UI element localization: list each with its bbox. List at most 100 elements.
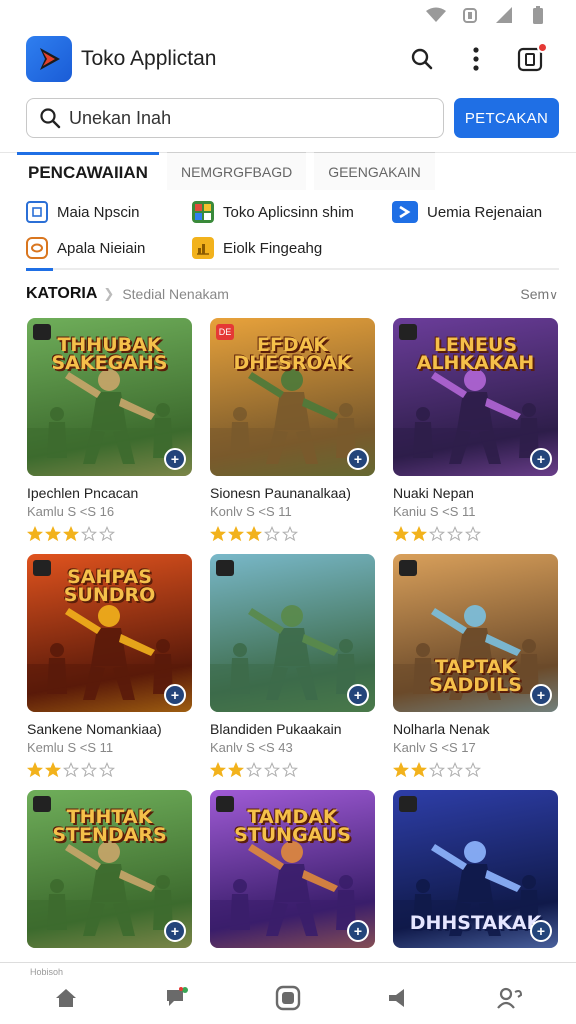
game-card[interactable]: EFDAK DHESROAK DE + Sionesn Paunanalkaa) Kon… <box>210 318 375 544</box>
ring-icon <box>26 237 48 259</box>
plus-icon: + <box>170 923 180 939</box>
game-meta: Kamlu S <S 16 <box>27 504 115 519</box>
game-cover-image[interactable]: TAMDAK STUNGAUS + <box>210 790 375 948</box>
tab-nemgrgfbagd[interactable]: NEMGRGFBAGD <box>166 152 307 190</box>
quick-link-label: Apala Nieiain <box>57 239 146 257</box>
game-cover-image[interactable]: THHUBAK SAKEGAHS + <box>27 318 192 476</box>
game-cover-image[interactable]: SAHPAS SUNDRO + <box>27 554 192 712</box>
play-chevron-icon <box>392 201 418 223</box>
section-header: KATORIA ❯ Stedial Nenakam Sem∨ <box>0 283 576 305</box>
add-game-button[interactable]: + <box>347 920 369 942</box>
add-game-button[interactable]: + <box>164 448 186 470</box>
speaker-icon <box>389 988 405 1007</box>
quick-link-maia-npscin[interactable]: Maia Npscin <box>26 200 192 224</box>
game-cover-image[interactable]: EFDAK DHESROAK DE + <box>210 318 375 476</box>
search-submit-button[interactable]: PETCAKAN <box>454 98 559 138</box>
quick-link-uemia-rejenaian[interactable]: Uemia Rejenaian <box>392 200 562 224</box>
game-cover-title: TAMDAK STUNGAUS <box>234 806 351 846</box>
game-card[interactable]: LENEUS ALHKAKAH + Nuaki Nepan Kaniu S <S 11 <box>393 318 558 544</box>
notifications-button[interactable] <box>510 39 550 79</box>
nav-apps[interactable] <box>268 978 308 1018</box>
plus-icon: + <box>353 687 363 703</box>
game-cover-image[interactable]: THHTAK STENDARS + <box>27 790 192 948</box>
plus-icon: + <box>170 451 180 467</box>
app-logo <box>26 36 72 82</box>
game-meta: Kaniu S <S 11 <box>393 504 476 519</box>
chat-icon <box>166 986 188 1006</box>
publisher-logo <box>33 324 51 340</box>
plus-icon: + <box>536 451 546 467</box>
plus-icon: + <box>353 923 363 939</box>
plus-icon: + <box>536 923 546 939</box>
game-card[interactable]: + Blandiden Pukaakain Kanlv S <S 43 <box>210 554 375 780</box>
star-icon <box>45 762 61 778</box>
publisher-logo: DE <box>216 324 234 340</box>
plus-icon: + <box>536 687 546 703</box>
chart-icon <box>192 237 214 259</box>
star-icon <box>411 526 427 542</box>
game-cover-image[interactable]: + <box>210 554 375 712</box>
star-icon <box>429 526 445 542</box>
search-row: PETCAKAN <box>0 97 576 139</box>
game-card[interactable]: THHTAK STENDARS + <box>27 790 192 948</box>
game-card[interactable]: SAHPAS SUNDRO + Sankene Nomankiaa) Kemlu S … <box>27 554 192 780</box>
home-label: Hobisoh <box>30 967 64 977</box>
tab-geengakain[interactable]: GEENGAKAIN <box>314 152 435 190</box>
notification-badge <box>537 42 548 53</box>
add-game-button[interactable]: + <box>530 684 552 706</box>
star-icon <box>99 762 115 778</box>
nav-media[interactable] <box>379 978 419 1018</box>
profile-icon <box>497 987 523 1009</box>
publisher-logo <box>216 796 234 812</box>
add-game-button[interactable]: + <box>347 684 369 706</box>
star-rating <box>27 762 192 780</box>
star-icon <box>228 762 244 778</box>
search-input[interactable] <box>69 107 409 129</box>
see-more-link[interactable]: Sem∨ <box>520 286 558 302</box>
game-card[interactable]: DHHSTAKAK + <box>393 790 558 948</box>
star-icon <box>99 526 115 542</box>
add-game-button[interactable]: + <box>164 684 186 706</box>
quick-link-apala-nieiain[interactable]: Apala Nieiain <box>26 236 192 260</box>
game-cover-title: EFDAK DHESROAK <box>233 334 352 374</box>
game-cover-title: THHTAK STENDARS <box>52 806 167 846</box>
search-box[interactable] <box>26 98 444 138</box>
star-icon <box>282 762 298 778</box>
add-game-button[interactable]: + <box>347 448 369 470</box>
game-cover-image[interactable]: LENEUS ALHKAKAH + <box>393 318 558 476</box>
star-icon <box>465 526 481 542</box>
game-cover-image[interactable]: DHHSTAKAK + <box>393 790 558 948</box>
star-rating <box>393 762 558 780</box>
game-card[interactable]: TAMDAK STUNGAUS + <box>210 790 375 948</box>
quick-link-label: Maia Npscin <box>57 203 140 221</box>
add-game-button[interactable]: + <box>530 920 552 942</box>
add-game-button[interactable]: + <box>164 920 186 942</box>
game-cover-image[interactable]: TAPTAK SADDILS + <box>393 554 558 712</box>
game-meta: Kanlv S <S 17 <box>393 740 476 755</box>
game-meta: Kemlu S <S 11 <box>27 740 114 755</box>
game-title: Ipechlen Pncacan <box>27 485 139 501</box>
nav-chat[interactable] <box>157 978 197 1018</box>
star-icon <box>246 762 262 778</box>
quick-link-toko-aplicsinn[interactable]: Toko Aplicsinn shim <box>192 200 392 224</box>
quick-link-label: Toko Aplicsinn shim <box>223 203 354 221</box>
star-icon <box>411 762 427 778</box>
tab-pencawaiian[interactable]: PENCAWAIIAN <box>17 152 159 190</box>
publisher-logo <box>399 560 417 576</box>
search-button[interactable] <box>402 39 442 79</box>
star-icon <box>210 526 226 542</box>
game-title: Nolharla Nenak <box>393 721 490 737</box>
search-icon <box>411 48 433 70</box>
app-title: Toko Applictan <box>81 47 217 70</box>
more-menu-button[interactable] <box>456 39 496 79</box>
quick-links: Maia Npscin Toko Aplicsinn shim Uemia Re… <box>0 190 576 260</box>
category-tabs: PENCAWAIIAN NEMGRGFBAGD GEENGAKAIN <box>0 152 576 190</box>
add-game-button[interactable]: + <box>530 448 552 470</box>
quick-link-eiolk-fingeahg[interactable]: Eiolk Fingeahg <box>192 236 392 260</box>
quick-link-label: Eiolk Fingeahg <box>223 239 323 257</box>
game-card[interactable]: THHUBAK SAKEGAHS + Ipechlen Pncacan Kamlu S… <box>27 318 192 544</box>
star-icon <box>63 762 79 778</box>
game-card[interactable]: TAPTAK SADDILS + Nolharla Nenak Kanlv S <S … <box>393 554 558 780</box>
nav-profile[interactable] <box>490 978 530 1018</box>
nav-home[interactable] <box>46 978 86 1018</box>
